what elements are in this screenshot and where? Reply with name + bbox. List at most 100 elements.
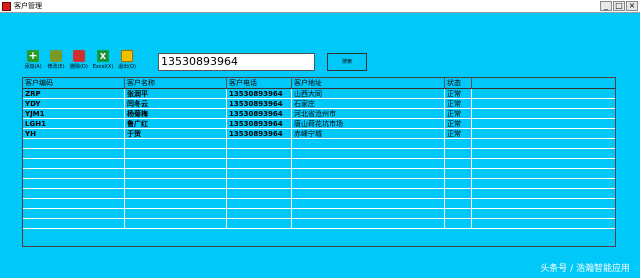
table-cell: 山西大同	[292, 89, 445, 98]
table-cell: 张润平	[125, 89, 227, 98]
table-cell: 正常	[445, 89, 472, 98]
table-cell: 13530893964	[227, 89, 292, 98]
table-row[interactable]: ZRP 张润平 13530893964 山西大同 正常	[23, 89, 615, 99]
search-input[interactable]: 13530893964	[158, 53, 315, 71]
app-icon	[2, 2, 11, 11]
table-row[interactable]: LGH1 鲁广红 13530893964 唐山荷花坑市场 正常	[23, 119, 615, 129]
exit-icon	[121, 50, 133, 62]
edit-icon	[50, 50, 62, 62]
table-cell	[472, 159, 615, 168]
table-cell: 13530893964	[227, 119, 292, 128]
table-cell	[23, 209, 125, 218]
table-cell: 唐山荷花坑市场	[292, 119, 445, 128]
table-cell	[445, 219, 472, 228]
table-cell	[125, 169, 227, 178]
toolbar: + 添加(A) 修改(E) 删除(D) X Excel(X) 退出(Q)	[22, 49, 155, 73]
column-header-address[interactable]: 客户地址	[292, 78, 445, 88]
table-row[interactable]	[23, 139, 615, 149]
window-title: 客户管理	[14, 2, 42, 10]
close-button[interactable]: ×	[626, 1, 638, 11]
table-cell	[292, 209, 445, 218]
table-cell	[292, 179, 445, 188]
table-row[interactable]	[23, 209, 615, 219]
table-cell	[445, 139, 472, 148]
table-cell	[227, 179, 292, 188]
table-cell	[445, 169, 472, 178]
exit-button[interactable]: 退出(Q)	[116, 49, 138, 73]
column-header-name[interactable]: 客户名称	[125, 78, 227, 88]
table-row[interactable]	[23, 219, 615, 229]
table-cell	[292, 199, 445, 208]
table-cell	[292, 219, 445, 228]
table-cell	[445, 149, 472, 158]
table-row[interactable]	[23, 199, 615, 209]
table-cell: 于贺	[125, 129, 227, 138]
window-controls: _ □ ×	[599, 1, 638, 12]
table-cell: YJM1	[23, 109, 125, 118]
table-cell	[472, 189, 615, 198]
table-cell	[227, 139, 292, 148]
table-cell	[292, 189, 445, 198]
table-cell: 13530893964	[227, 129, 292, 138]
delete-icon	[73, 50, 85, 62]
table-cell	[472, 139, 615, 148]
table-body: ZRP 张润平 13530893964 山西大同 正常 YDY 闫冬云 13530893964…	[23, 89, 615, 229]
column-header-code[interactable]: 客户编码	[23, 78, 125, 88]
search-button[interactable]: 搜索	[327, 53, 367, 71]
table-cell	[445, 199, 472, 208]
table-cell	[125, 189, 227, 198]
edit-button-label: 修改(E)	[47, 64, 65, 70]
table-cell	[472, 219, 615, 228]
table-row[interactable]: YDY 闫冬云 13530893964 石家庄 正常	[23, 99, 615, 109]
table-cell	[472, 109, 615, 118]
table-cell: 13530893964	[227, 99, 292, 108]
table-cell	[472, 119, 615, 128]
table-row[interactable]	[23, 189, 615, 199]
column-header-filler	[472, 78, 615, 88]
customer-management-window: 客户管理 _ □ × + 添加(A) 修改(E) 删除(D) X Excel(X…	[0, 0, 640, 278]
edit-button[interactable]: 修改(E)	[45, 49, 67, 73]
table-cell: 河北省沧州市	[292, 109, 445, 118]
table-row[interactable]: YJM1 杨菊梅 13530893964 河北省沧州市 正常	[23, 109, 615, 119]
table-cell: 鲁广红	[125, 119, 227, 128]
table-cell	[472, 89, 615, 98]
minimize-button[interactable]: _	[600, 1, 612, 11]
column-header-status[interactable]: 状态	[445, 78, 472, 88]
table-cell	[227, 219, 292, 228]
table-cell: 石家庄	[292, 99, 445, 108]
table-cell	[445, 209, 472, 218]
table-header: 客户编码 客户名称 客户电话 客户地址 状态	[23, 78, 615, 89]
table-cell	[23, 199, 125, 208]
add-icon: +	[27, 49, 39, 62]
table-cell	[227, 169, 292, 178]
maximize-button[interactable]: □	[613, 1, 625, 11]
customer-table[interactable]: 客户编码 客户名称 客户电话 客户地址 状态 ZRP 张润平 13530893964…	[22, 77, 616, 247]
table-cell	[472, 99, 615, 108]
add-button[interactable]: + 添加(A)	[22, 49, 44, 73]
add-button-label: 添加(A)	[24, 64, 42, 70]
watermark: 头条号 / 浩瀚智能应用	[540, 264, 630, 274]
column-header-phone[interactable]: 客户电话	[227, 78, 292, 88]
table-cell: 13530893964	[227, 109, 292, 118]
table-cell	[125, 179, 227, 188]
table-cell	[472, 149, 615, 158]
table-cell: YDY	[23, 99, 125, 108]
table-cell	[292, 169, 445, 178]
table-cell: 正常	[445, 129, 472, 138]
table-row[interactable]	[23, 179, 615, 189]
table-row[interactable]	[23, 169, 615, 179]
table-cell	[23, 189, 125, 198]
table-row[interactable]	[23, 159, 615, 169]
delete-button[interactable]: 删除(D)	[68, 49, 90, 73]
excel-export-button[interactable]: X Excel(X)	[91, 49, 115, 73]
delete-button-label: 删除(D)	[70, 64, 88, 70]
table-row[interactable]: YH 于贺 13530893964 赤峰宁城 正常	[23, 129, 615, 139]
table-cell	[227, 199, 292, 208]
table-cell: 正常	[445, 119, 472, 128]
table-cell	[23, 159, 125, 168]
table-cell: 正常	[445, 99, 472, 108]
table-row[interactable]	[23, 149, 615, 159]
table-cell	[125, 149, 227, 158]
table-cell: 正常	[445, 109, 472, 118]
table-cell	[227, 149, 292, 158]
